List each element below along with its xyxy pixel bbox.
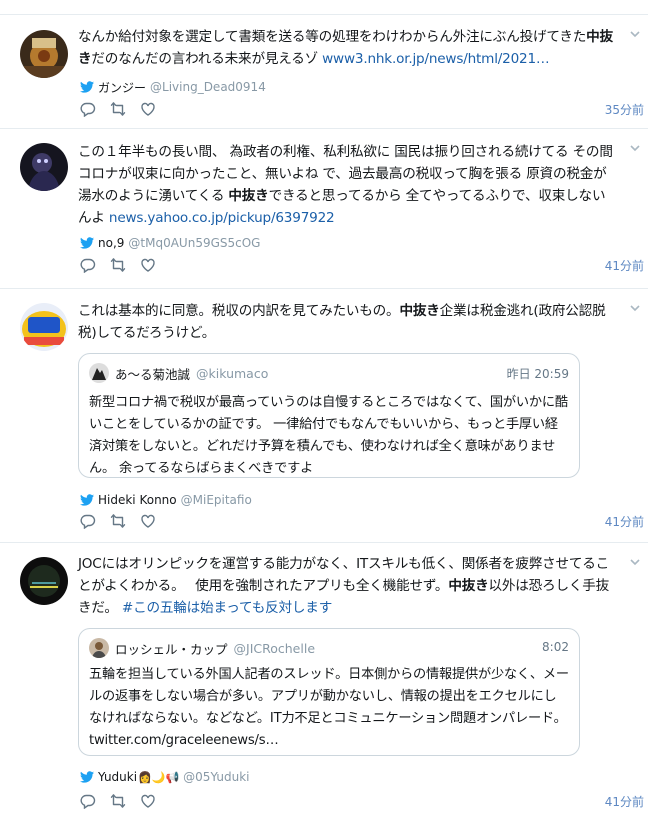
author-name[interactable]: Hideki Konno — [98, 493, 177, 507]
tweet-actions — [80, 101, 170, 117]
avatar[interactable] — [20, 143, 68, 191]
tweet-1[interactable]: なんか給付対象を選定して書類を送る等の処理をわけわからん外注にぶん投げてきた中抜… — [0, 14, 648, 129]
like-icon[interactable] — [140, 793, 156, 809]
quoted-text: 五輪を担当している外国人記者のスレッド。日本側からの情報提供が少なく、メールの返… — [89, 667, 569, 748]
avatar[interactable] — [20, 557, 68, 605]
author-handle[interactable]: @05Yuduki — [183, 770, 249, 784]
quoted-author-name[interactable]: あ〜る菊池誠 — [115, 364, 190, 383]
keyword-highlight: 中抜き — [448, 578, 489, 594]
tweet-actions — [80, 793, 170, 809]
retweet-icon[interactable] — [110, 101, 126, 117]
tweet-text: なんか給付対象を選定して書類を送る等の処理をわけわからん外注にぶん投げてきた中抜… — [78, 29, 613, 67]
tweet-4[interactable]: JOCにはオリンピックを運営する能力がなく、ITスキルも低く、関係者を疲弊させて… — [0, 543, 648, 821]
author-name[interactable]: no,9 — [98, 236, 124, 250]
quoted-author-handle[interactable]: @kikumaco — [196, 366, 268, 381]
author-line[interactable]: Hideki Konno @MiEpitafio — [80, 492, 252, 508]
author-handle[interactable]: @Living_Dead0914 — [150, 80, 266, 94]
quoted-avatar — [89, 363, 109, 383]
tweet-actions — [80, 513, 170, 529]
tweet-body: この１年半もの長い間、 為政者の利権、私利私欲に 国民は振り回される続けてる そ… — [78, 141, 618, 229]
author-line[interactable]: Yuduki 👩🌙📢 @05Yuduki — [80, 769, 250, 785]
retweet-icon[interactable] — [110, 257, 126, 273]
author-handle[interactable]: @MiEpitafio — [181, 493, 252, 507]
like-icon[interactable] — [140, 257, 156, 273]
tweet-link[interactable]: news.yahoo.co.jp/pickup/6397922 — [109, 210, 335, 226]
quoted-time: 昨日 20:59 — [506, 367, 569, 381]
quoted-tweet[interactable]: あ〜る菊池誠 @kikumaco 昨日 20:59 新型コロナ禍で税収が最高って… — [78, 353, 580, 478]
tweet-text: この１年半もの長い間、 為政者の利権、私利私欲に 国民は振り回される続けてる そ… — [78, 144, 613, 226]
tweet-text: JOCにはオリンピックを運営する能力がなく、ITスキルも低く、関係者を疲弊させて… — [78, 556, 610, 616]
tweet-2[interactable]: この１年半もの長い間、 為政者の利権、私利私欲に 国民は振り回される続けてる そ… — [0, 129, 648, 289]
tweet-time[interactable]: 41分前 — [605, 793, 644, 810]
reply-icon[interactable] — [80, 257, 96, 273]
keyword-highlight: 中抜き — [228, 188, 269, 204]
avatar[interactable] — [20, 30, 68, 78]
hashtag-link[interactable]: #この五輪は始まっても反対します — [122, 600, 332, 616]
tweet-time[interactable]: 41分前 — [605, 257, 644, 274]
author-name[interactable]: Yuduki — [98, 770, 137, 784]
quoted-tweet[interactable]: ロッシェル・カップ @JICRochelle 8:02 五輪を担当している外国人… — [78, 628, 580, 756]
author-handle[interactable]: @tMq0AUn59GS5cOG — [128, 236, 260, 250]
reply-icon[interactable] — [80, 101, 96, 117]
chevron-down-icon[interactable] — [628, 301, 642, 315]
tweet-text: これは基本的に同意。税収の内訳を見てみたいもの。中抜き企業は税金逃れ(政府公認脱… — [78, 303, 606, 341]
tweet-actions — [80, 257, 170, 273]
tweet-3[interactable]: これは基本的に同意。税収の内訳を見てみたいもの。中抜き企業は税金逃れ(政府公認脱… — [0, 289, 648, 543]
tweet-link[interactable]: www3.nhk.or.jp/news/html/2021… — [322, 51, 549, 67]
keyword-highlight: 中抜き — [399, 303, 440, 319]
author-name[interactable]: ガンジー — [98, 79, 146, 96]
chevron-down-icon[interactable] — [628, 27, 642, 41]
quoted-avatar — [89, 638, 109, 658]
author-line[interactable]: no,9 @tMq0AUn59GS5cOG — [80, 235, 260, 251]
tweet-body: JOCにはオリンピックを運営する能力がなく、ITスキルも低く、関係者を疲弊させて… — [78, 553, 618, 619]
twitter-bird-icon — [80, 237, 94, 249]
quoted-author-name[interactable]: ロッシェル・カップ — [115, 639, 228, 658]
tweet-time[interactable]: 41分前 — [605, 513, 644, 530]
twitter-bird-icon — [80, 494, 94, 506]
author-line[interactable]: ガンジー @Living_Dead0914 — [80, 79, 266, 95]
chevron-down-icon[interactable] — [628, 141, 642, 155]
quoted-time: 8:02 — [542, 640, 569, 654]
author-emoji: 👩🌙📢 — [138, 770, 180, 784]
avatar[interactable] — [20, 303, 68, 351]
tweet-body: なんか給付対象を選定して書類を送る等の処理をわけわからん外注にぶん投げてきた中抜… — [78, 26, 618, 70]
reply-icon[interactable] — [80, 793, 96, 809]
retweet-icon[interactable] — [110, 793, 126, 809]
tweet-body: これは基本的に同意。税収の内訳を見てみたいもの。中抜き企業は税金逃れ(政府公認脱… — [78, 300, 618, 344]
twitter-bird-icon — [80, 81, 94, 93]
quoted-author[interactable]: ロッシェル・カップ @JICRochelle — [89, 637, 315, 659]
like-icon[interactable] — [140, 101, 156, 117]
quoted-author[interactable]: あ〜る菊池誠 @kikumaco — [89, 362, 268, 384]
quoted-author-handle[interactable]: @JICRochelle — [234, 641, 316, 656]
retweet-icon[interactable] — [110, 513, 126, 529]
tweet-time[interactable]: 35分前 — [605, 101, 644, 118]
chevron-down-icon[interactable] — [628, 555, 642, 569]
like-icon[interactable] — [140, 513, 156, 529]
twitter-bird-icon — [80, 771, 94, 783]
quoted-text: 新型コロナ禍で税収が最高っていうのは自慢するところではなくて、国がいかに酷いこと… — [89, 395, 568, 476]
reply-icon[interactable] — [80, 513, 96, 529]
